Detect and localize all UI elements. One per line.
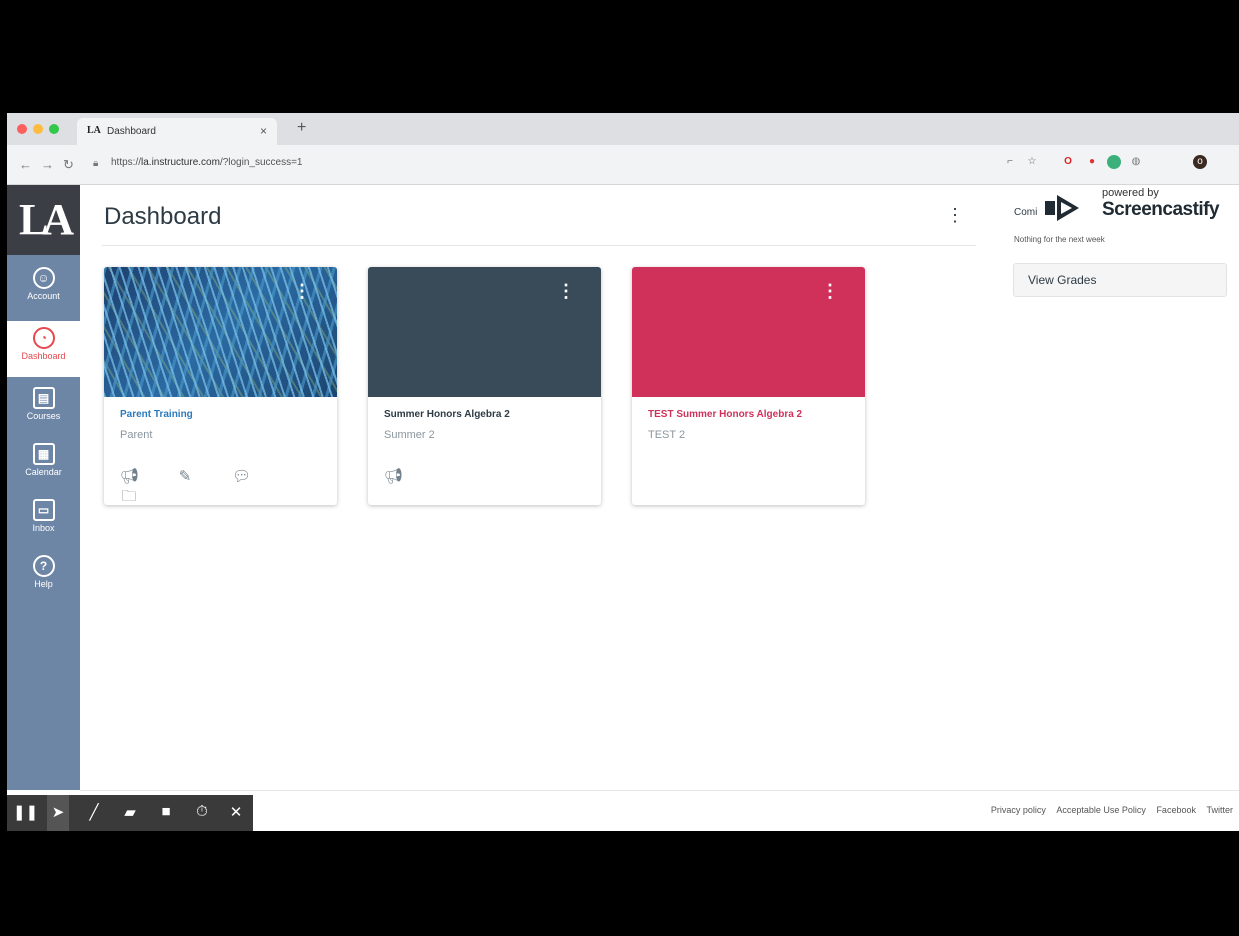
title-divider	[102, 245, 976, 246]
extension-green-icon[interactable]	[1107, 155, 1121, 169]
view-grades-button[interactable]: View Grades	[1013, 263, 1227, 297]
footer-link-acceptable-use[interactable]: Acceptable Use Policy	[1056, 805, 1146, 815]
url-path: /?login_success=1	[219, 157, 303, 168]
right-sidebar: Comi Nothing for the next week View Grad…	[1007, 185, 1239, 385]
webcam-icon[interactable]: ■	[155, 803, 177, 820]
back-icon[interactable]: ←	[19, 157, 32, 172]
screencastify-logo-icon	[1045, 195, 1079, 221]
global-nav-dashboard[interactable]: ◔ Dashboard	[7, 321, 80, 377]
page-title: Dashboard	[104, 203, 222, 230]
screencastify-watermark: Screencastify	[1102, 199, 1220, 220]
new-tab-icon[interactable]: +	[297, 119, 306, 137]
close-toolbar-icon[interactable]: ✕	[225, 803, 247, 821]
bookmark-star-icon[interactable]: ☆	[1025, 155, 1039, 169]
global-nav-account[interactable]: ☺ Account	[7, 261, 80, 317]
opera-extension-icon[interactable]: O	[1061, 155, 1075, 169]
global-nav-label: Dashboard	[21, 351, 66, 361]
global-navigation: LA ☺ Account ◔ Dashboard ▤ Courses ▦ Cal…	[7, 185, 80, 790]
announcements-icon[interactable]: 📢︎	[384, 467, 403, 485]
course-card-name[interactable]: Parent Training	[120, 409, 193, 420]
calendar-icon: ▦	[32, 443, 55, 465]
course-card-actions: 📢︎	[384, 467, 440, 486]
global-nav-courses[interactable]: ▤ Courses	[7, 381, 80, 437]
timer-icon[interactable]: ⏱︎	[191, 803, 213, 820]
course-card-name[interactable]: TEST Summer Honors Algebra 2	[648, 409, 802, 420]
course-card-term: TEST 2	[648, 429, 686, 441]
footer-link-privacy[interactable]: Privacy policy	[991, 805, 1046, 815]
tab-title: Dashboard	[107, 126, 156, 137]
discussions-icon[interactable]: 💬︎	[232, 467, 251, 485]
announcements-icon[interactable]: 📢︎	[120, 467, 139, 485]
extension-gray-icon[interactable]: ◍	[1129, 155, 1143, 169]
screencastify-powered-by: powered by	[1102, 187, 1159, 199]
minimize-window-icon[interactable]	[33, 124, 43, 134]
coming-up-empty-text: Nothing for the next week	[1014, 235, 1105, 244]
key-icon[interactable]: ⌐	[1003, 155, 1017, 169]
courses-icon: ▤	[32, 387, 55, 409]
highlighter-tool-icon[interactable]: ▰	[119, 803, 141, 821]
dashboard-icon: ◔	[32, 327, 55, 349]
global-nav-label: Calendar	[25, 467, 62, 477]
coming-up-heading: Comi	[1014, 207, 1038, 218]
course-card-parent-training[interactable]: ⋮ Parent Training Parent 📢︎ ✎ 💬︎ 🗀	[104, 267, 337, 505]
school-logo[interactable]: LA	[7, 185, 80, 255]
address-bar[interactable]: https://la.instructure.com/?login_succes…	[111, 157, 303, 168]
pen-tool-icon[interactable]: ╱	[83, 803, 105, 821]
course-card-test-summer-honors-algebra-2[interactable]: ⋮ TEST Summer Honors Algebra 2 TEST 2	[632, 267, 865, 505]
cursor-tool-icon[interactable]: ➤	[47, 795, 69, 831]
global-nav-calendar[interactable]: ▦ Calendar	[7, 437, 80, 493]
pause-icon[interactable]: ❚❚	[13, 803, 38, 821]
profile-avatar-icon[interactable]: o	[1193, 155, 1207, 169]
global-nav-label: Help	[34, 579, 53, 589]
lock-icon: 🔒︎	[93, 158, 99, 169]
maximize-window-icon[interactable]	[49, 124, 59, 134]
footer-links: Privacy policy Acceptable Use Policy Fac…	[983, 805, 1233, 815]
global-nav-help[interactable]: ? Help	[7, 549, 80, 605]
card-options-icon[interactable]: ⋮	[293, 281, 311, 302]
global-nav-label: Inbox	[32, 523, 55, 533]
browser-tab-strip: LA Dashboard × +	[7, 113, 1239, 145]
files-icon[interactable]: 🗀	[120, 486, 138, 505]
reload-icon[interactable]: ↻	[63, 157, 74, 173]
course-card-term: Summer 2	[384, 429, 435, 441]
global-nav-label: Courses	[26, 411, 61, 421]
course-card-name[interactable]: Summer Honors Algebra 2	[384, 409, 510, 420]
page-footer: Privacy policy Acceptable Use Policy Fac…	[80, 790, 1239, 831]
course-card-hero[interactable]: ⋮	[632, 267, 865, 397]
help-icon: ?	[32, 555, 55, 577]
card-options-icon[interactable]: ⋮	[557, 281, 575, 302]
assignments-icon[interactable]: ✎	[176, 467, 194, 485]
tab-close-icon[interactable]: ×	[260, 124, 267, 138]
url-scheme: https://	[111, 157, 142, 168]
dashboard-options-icon[interactable]: ⋮	[946, 205, 964, 226]
close-window-icon[interactable]	[17, 124, 27, 134]
course-card-actions: 📢︎ ✎ 💬︎ 🗀	[120, 467, 337, 505]
screen-frame: LA Dashboard × + ← → ↻ 🔒︎ https://la.ins…	[7, 113, 1239, 831]
course-card-hero[interactable]: ⋮	[104, 267, 337, 397]
footer-link-twitter[interactable]: Twitter	[1206, 805, 1233, 815]
inbox-icon: ▭	[32, 499, 55, 521]
tab-favicon: LA	[87, 125, 101, 136]
course-card-term: Parent	[120, 429, 153, 441]
browser-toolbar: ← → ↻ 🔒︎ https://la.instructure.com/?log…	[7, 145, 1239, 185]
footer-link-facebook[interactable]: Facebook	[1156, 805, 1196, 815]
global-nav-inbox[interactable]: ▭ Inbox	[7, 493, 80, 549]
url-host: la.instructure.com	[141, 157, 220, 168]
course-card-summer-honors-algebra-2[interactable]: ⋮ Summer Honors Algebra 2 Summer 2 📢︎	[368, 267, 601, 505]
browser-tab[interactable]: LA Dashboard ×	[77, 118, 277, 145]
forward-icon[interactable]: →	[41, 157, 54, 172]
global-nav-label: Account	[27, 291, 60, 301]
account-icon: ☺	[32, 267, 55, 289]
extension-icon[interactable]: ●	[1085, 155, 1099, 169]
card-options-icon[interactable]: ⋮	[821, 281, 839, 302]
recording-toolbar: ❚❚ ➤ ╱ ▰ ■ ⏱︎ ✕	[7, 795, 253, 831]
course-card-hero[interactable]: ⋮	[368, 267, 601, 397]
